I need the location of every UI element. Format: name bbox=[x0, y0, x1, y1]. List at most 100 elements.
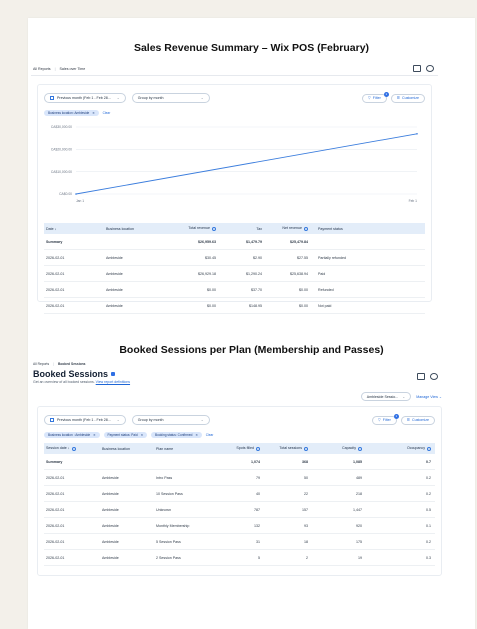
email-icon[interactable] bbox=[413, 65, 421, 72]
report-definitions-link[interactable]: View report definitions bbox=[96, 380, 130, 384]
group-by-select[interactable]: Group by month ⌄ bbox=[131, 415, 210, 425]
email-icon[interactable] bbox=[417, 373, 425, 380]
filter-chip-payment[interactable]: Payment status: Paid ✕ bbox=[103, 431, 147, 438]
table-cell: $26,929.18 bbox=[198, 271, 216, 276]
table-row: 2026-02-01 Ambleside 10 Session Pass 40 22 21… bbox=[44, 486, 435, 502]
close-icon[interactable]: ✕ bbox=[195, 433, 197, 437]
section-title-sales: Sales Revenue Summary – Wix POS (Februar… bbox=[133, 42, 370, 54]
series-line bbox=[75, 133, 418, 195]
chevron-down-icon: ⌄ bbox=[200, 418, 204, 422]
col-occupancy[interactable]: Occupancy bbox=[366, 446, 435, 451]
filter-chip-booking[interactable]: Booking status: Confirmed ✕ bbox=[150, 431, 202, 438]
filter-chip-location[interactable]: Business location : Ambleside ✕ bbox=[44, 431, 100, 438]
filter-button[interactable]: ▽ Filter 1 bbox=[362, 91, 389, 103]
group-by-select[interactable]: Group by month ⌄ bbox=[131, 93, 210, 103]
saved-view-select[interactable]: Ambleside Sessio... ⌄ bbox=[360, 392, 412, 401]
table-cell: $26,959.63 bbox=[198, 239, 216, 244]
col-date[interactable]: Date ↓ bbox=[44, 227, 104, 231]
table-cell: $0.00 bbox=[207, 287, 216, 292]
table-cell: Paid bbox=[318, 271, 326, 276]
section-title-sessions: Booked Sessions per Plan (Membership and… bbox=[119, 344, 384, 356]
info-icon bbox=[304, 446, 308, 451]
date-range-select[interactable]: Previous month (Feb 1 - Feb 28... ⌄ bbox=[44, 415, 126, 425]
data-point bbox=[75, 193, 77, 195]
table-cell: 157 bbox=[302, 507, 308, 512]
col-total-sessions[interactable]: Total sessions bbox=[264, 446, 312, 451]
table-row: 2026-02-01 Ambleside $26,929.18 $1,290.24 $2… bbox=[44, 266, 425, 282]
info-icon bbox=[304, 226, 308, 231]
info-icon bbox=[212, 226, 216, 231]
table-cell: 787 bbox=[254, 507, 260, 512]
chevron-down-icon: ⌄ bbox=[116, 96, 120, 100]
clear-filters-link[interactable]: Clear bbox=[206, 433, 214, 437]
col-session-date[interactable]: Session date ↓ bbox=[44, 446, 100, 451]
table-cell: Ambleside bbox=[106, 303, 123, 308]
breadcrumb-all-reports[interactable]: All Reports bbox=[33, 67, 51, 71]
revenue-line-chart: CA$30,000.00 CA$20,000.00 CA$10,000.00 CA$0… bbox=[44, 121, 427, 206]
share-icon[interactable] bbox=[426, 65, 434, 72]
table-cell: $25,638.94 bbox=[290, 271, 308, 276]
table-cell: $1,479.79 bbox=[246, 239, 262, 244]
table-cell: 132 bbox=[254, 523, 260, 528]
col-capacity[interactable]: Capacity bbox=[312, 446, 366, 451]
table-cell: 2026-02-01 bbox=[46, 491, 65, 496]
table-cell: $30.45 bbox=[205, 255, 216, 260]
table-cell: $148.95 bbox=[249, 303, 262, 308]
col-tax[interactable]: Tax bbox=[220, 227, 266, 231]
table-cell: $27.55 bbox=[297, 255, 308, 260]
table-cell: Summary bbox=[46, 459, 63, 464]
table-row: 2026-02-01 Ambleside 5 Session Pass 31 18 175… bbox=[44, 534, 435, 550]
table-body: Summary 1,074 368 1,085 0.7 2026-02-01 Amblesi… bbox=[44, 454, 435, 566]
filter-icon: ▽ bbox=[378, 418, 381, 422]
table-cell: Refunded bbox=[318, 287, 334, 292]
col-total-revenue[interactable]: Total revenue bbox=[164, 226, 220, 231]
col-spots-filled[interactable]: Spots filled bbox=[220, 446, 264, 451]
close-icon[interactable]: ✕ bbox=[141, 433, 143, 437]
table-cell: 79 bbox=[256, 475, 260, 480]
customize-button[interactable]: ☰ Customize bbox=[400, 415, 435, 425]
col-net-revenue[interactable]: Net revenue bbox=[266, 226, 312, 231]
table-cell: Partially refunded bbox=[318, 255, 346, 260]
sales-table: Date ↓ Business location Total revenue T… bbox=[44, 223, 425, 314]
sliders-icon: ☰ bbox=[396, 96, 401, 100]
table-cell: 920 bbox=[356, 523, 362, 528]
filter-chip-location[interactable]: Business location: Ambleside ✕ bbox=[44, 109, 99, 116]
col-location[interactable]: Business location bbox=[104, 227, 164, 231]
table-cell: 2026-02-01 bbox=[46, 507, 65, 512]
col-payment-status[interactable]: Payment status bbox=[312, 227, 382, 231]
clear-filters-link[interactable]: Clear bbox=[103, 111, 111, 115]
table-cell: $0.00 bbox=[299, 287, 308, 292]
table-row: 2026-02-01 Ambleside Unknown 787 157 1,447 0.5 bbox=[44, 502, 435, 518]
table-cell: $1,290.24 bbox=[246, 271, 262, 276]
col-location[interactable]: Business location bbox=[100, 447, 154, 451]
table-cell: Unknown bbox=[156, 507, 171, 512]
customize-button[interactable]: ☰ Customize bbox=[390, 93, 425, 103]
share-icon[interactable] bbox=[430, 373, 438, 380]
table-cell: $2.90 bbox=[253, 255, 262, 260]
filter-button[interactable]: ▽ Filter 1 bbox=[372, 413, 399, 425]
calendar-icon bbox=[50, 418, 54, 422]
date-range-select[interactable]: Previous month (Feb 1 - Feb 28... ⌄ bbox=[44, 93, 126, 103]
table-cell: 0.2 bbox=[426, 539, 431, 544]
calendar-icon bbox=[50, 96, 54, 100]
breadcrumb-all-reports[interactable]: All Reports bbox=[33, 362, 49, 366]
table-cell: 2026-02-01 bbox=[46, 287, 65, 292]
close-icon[interactable]: ✕ bbox=[93, 433, 95, 437]
y-tick-label: CA$30,000.00 bbox=[51, 125, 72, 129]
col-plan-name[interactable]: Plan name bbox=[154, 447, 220, 451]
close-icon[interactable]: ✕ bbox=[92, 111, 94, 115]
data-point bbox=[416, 132, 418, 135]
table-row: 2026-02-01 Ambleside 2 Session Pass 5 2 19 0.3 bbox=[44, 550, 435, 566]
active-filters: Business location : Ambleside ✕ Payment … bbox=[44, 431, 435, 438]
active-filters: Business location: Ambleside ✕ Clear bbox=[44, 109, 425, 116]
table-cell: 2026-02-01 bbox=[46, 475, 65, 480]
breadcrumb: All Reports | Booked Sessions bbox=[33, 362, 86, 366]
table-cell: Intro Pass bbox=[156, 475, 173, 480]
info-icon bbox=[427, 446, 431, 451]
status-dot-icon bbox=[111, 372, 116, 376]
table-cell: 1,074 bbox=[251, 459, 260, 464]
table-cell: Ambleside bbox=[106, 271, 123, 276]
manage-view-link[interactable]: Manage View ⌄ bbox=[416, 395, 442, 399]
sales-report-panel: All Reports | Sales over Time Previous m… bbox=[31, 62, 438, 340]
table-cell: 0.3 bbox=[426, 555, 431, 560]
